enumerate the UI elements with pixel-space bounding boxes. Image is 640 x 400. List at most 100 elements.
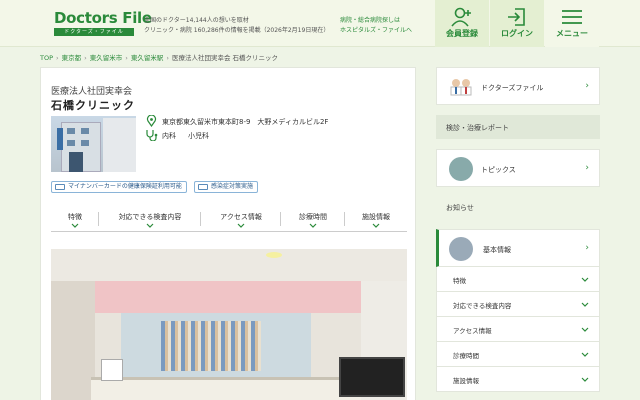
breadcrumb-top[interactable]: TOP <box>40 54 53 62</box>
hospitals-link-line2: ホスピタルズ・ファイルへ <box>340 27 413 34</box>
sidebar-sub-label: 特徴 <box>453 277 466 285</box>
menu-button[interactable]: メニュー <box>545 0 599 47</box>
site-logo[interactable]: Doctors File ドクターズ・ファイル <box>54 9 152 36</box>
photo-wall-left <box>51 281 95 400</box>
tab-label: 施設情報 <box>362 213 390 221</box>
infection-badge-label: 感染症対策実施 <box>211 183 254 190</box>
breadcrumb: TOP › 東京都 › 東久留米市 › 東久留米駅 › 医療法人社団実幸会 石橋クリニック <box>40 52 278 62</box>
department-pediatrics: 小児科 <box>188 132 209 140</box>
corporation-name: 医療法人社団実幸会 <box>51 87 133 97</box>
site-header: Doctors File ドクターズ・ファイル 全国のドクター14,144人の想… <box>0 0 640 47</box>
department-internal: 内科 <box>162 132 176 140</box>
photo-building-side <box>103 118 136 172</box>
breadcrumb-tokyo[interactable]: 東京都 <box>62 54 82 62</box>
tab-label: 診療時間 <box>299 213 327 221</box>
id-card-icon <box>55 184 65 190</box>
photo-window <box>81 128 89 134</box>
photo-ceiling <box>51 249 407 281</box>
photo-sign <box>57 128 63 150</box>
sidebar-sub-exams[interactable]: 対応できる検査内容 <box>436 292 600 317</box>
mynumber-badge-label: マイナンバーカードの健康保険証利用可能 <box>68 183 182 190</box>
sidebar-item-label: トピックス <box>481 166 516 174</box>
chevron-down-icon <box>581 302 589 307</box>
photo-window <box>81 140 89 146</box>
clinic-interior-photo <box>51 249 407 400</box>
doctors-avatar-icon <box>450 79 472 96</box>
chevron-down-icon <box>581 277 589 282</box>
photo-reception-panel <box>95 281 361 313</box>
chevron-down-icon <box>71 223 79 228</box>
sidebar-heading-label: 検診・治療レポート <box>446 124 509 132</box>
sidebar-heading-report: 検診・治療レポート <box>436 115 600 139</box>
hospitals-link-line1: 病院・総合病院探しは <box>340 17 401 24</box>
sidebar-sub-hours[interactable]: 診療時間 <box>436 342 600 367</box>
photo-poster <box>101 359 123 381</box>
tagline-line2: クリニック・病院 160,286件の情報を掲載（2026年2月19日現在） <box>144 27 330 34</box>
tab-exams[interactable]: 対応できる検査内容 <box>99 208 201 231</box>
chevron-down-icon <box>146 223 154 228</box>
chevron-down-icon <box>237 223 245 228</box>
sidebar-sub-features[interactable]: 特徴 <box>436 267 600 292</box>
sidebar-item-label: ドクターズファイル <box>481 84 544 92</box>
sidebar-item-label: 基本情報 <box>483 246 511 254</box>
breadcrumb-separator: › <box>166 54 169 62</box>
photo-monitor <box>339 357 405 397</box>
tab-label: アクセス情報 <box>220 213 262 221</box>
sidebar-item-basic-info[interactable]: 基本情報 › <box>436 229 600 267</box>
map-pin-icon <box>146 115 157 127</box>
chevron-right-icon: › <box>585 163 589 173</box>
tab-hours[interactable]: 診療時間 <box>281 208 345 231</box>
shield-icon <box>198 184 208 190</box>
stethoscope-icon <box>146 130 158 141</box>
clinic-address: 東京都東久留米市東本町8-9 大野メディカルビル2F <box>162 118 329 126</box>
clinic-exterior-photo[interactable] <box>51 116 136 172</box>
chevron-down-icon <box>372 223 380 228</box>
mynumber-badge: マイナンバーカードの健康保険証利用可能 <box>51 181 187 193</box>
chevron-down-icon <box>581 327 589 332</box>
tab-label: 特徴 <box>68 213 82 221</box>
sidebar-sub-access[interactable]: アクセス情報 <box>436 317 600 342</box>
tab-features[interactable]: 特徴 <box>51 208 99 231</box>
tab-facility[interactable]: 施設情報 <box>345 208 407 231</box>
sidebar-sub-label: アクセス情報 <box>453 327 492 335</box>
basic-info-thumbnail <box>449 237 473 261</box>
chevron-down-icon <box>581 352 589 357</box>
sidebar-item-topics[interactable]: トピックス › <box>436 149 600 187</box>
breadcrumb-separator: › <box>84 54 87 62</box>
hospitals-file-link[interactable]: 病院・総合病院探しは ホスピタルズ・ファイルへ <box>340 16 412 36</box>
sidebar-item-doctors-file[interactable]: ドクターズファイル › <box>436 67 600 105</box>
photo-ceiling-light <box>266 252 282 258</box>
user-add-icon <box>451 7 471 27</box>
breadcrumb-city[interactable]: 東久留米市 <box>90 54 123 62</box>
section-tabs: 特徴 対応できる検査内容 アクセス情報 診療時間 施設情報 <box>51 208 407 232</box>
sidebar-heading-news: お知らせ <box>436 197 600 219</box>
photo-window <box>67 140 75 146</box>
sidebar-heading-label: お知らせ <box>446 204 474 212</box>
infection-control-badge: 感染症対策実施 <box>194 181 259 193</box>
breadcrumb-current: 医療法人社団実幸会 石橋クリニック <box>171 54 279 62</box>
tab-label: 対応できる検査内容 <box>118 213 182 221</box>
breadcrumb-separator: › <box>125 54 128 62</box>
hamburger-icon <box>562 10 582 24</box>
tab-access[interactable]: アクセス情報 <box>201 208 281 231</box>
sidebar-sub-facility[interactable]: 施設情報 <box>436 367 600 392</box>
chevron-down-icon <box>309 223 317 228</box>
login-icon <box>508 8 525 26</box>
chevron-right-icon: › <box>585 243 589 253</box>
photo-door <box>69 152 83 172</box>
login-label: ログイン <box>501 29 533 38</box>
member-register-label: 会員登録 <box>446 29 478 38</box>
sidebar-sub-label: 診療時間 <box>453 352 479 360</box>
tagline-line1: 全国のドクター14,144人の想いを取材 <box>144 17 249 24</box>
site-tagline: 全国のドクター14,144人の想いを取材 クリニック・病院 160,286件の情… <box>144 16 329 36</box>
breadcrumb-station[interactable]: 東久留米駅 <box>131 54 164 62</box>
breadcrumb-separator: › <box>56 54 59 62</box>
photo-shelf <box>161 321 261 371</box>
chevron-down-icon <box>581 377 589 382</box>
sidebar-sub-label: 施設情報 <box>453 377 479 385</box>
photo-window <box>67 128 75 134</box>
login-button[interactable]: ログイン <box>490 0 544 47</box>
menu-label: メニュー <box>556 29 588 38</box>
member-register-button[interactable]: 会員登録 <box>435 0 489 47</box>
topics-thumbnail <box>449 157 473 181</box>
